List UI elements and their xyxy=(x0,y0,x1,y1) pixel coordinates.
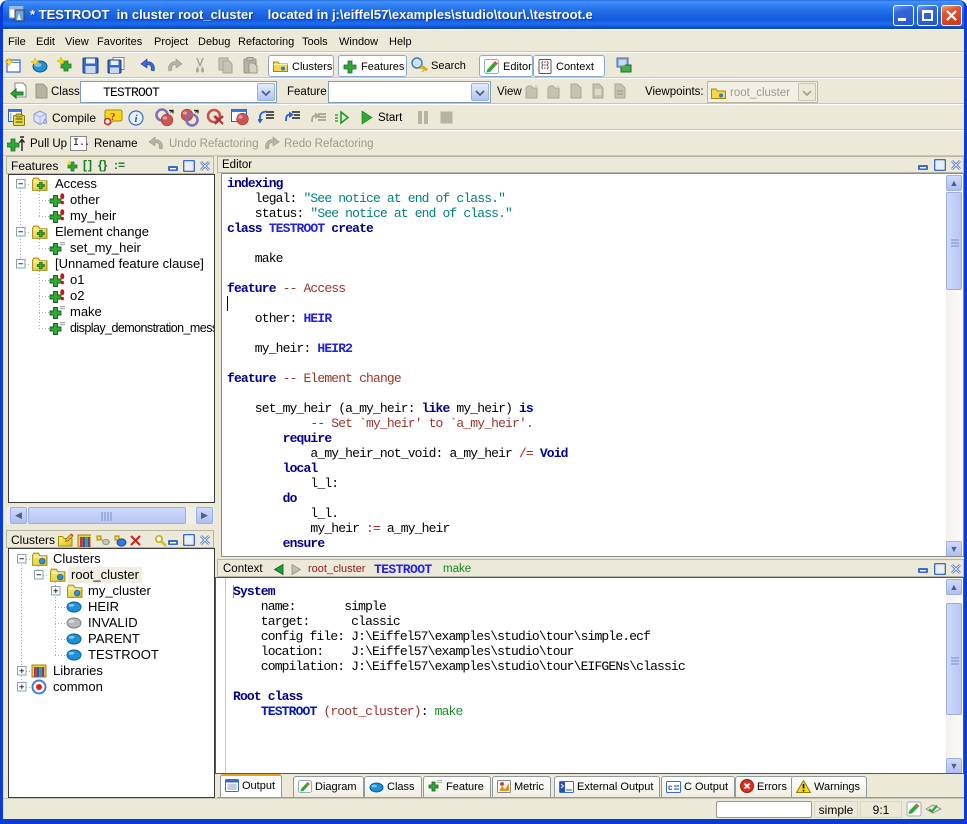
svg-text:c: c xyxy=(668,783,673,792)
